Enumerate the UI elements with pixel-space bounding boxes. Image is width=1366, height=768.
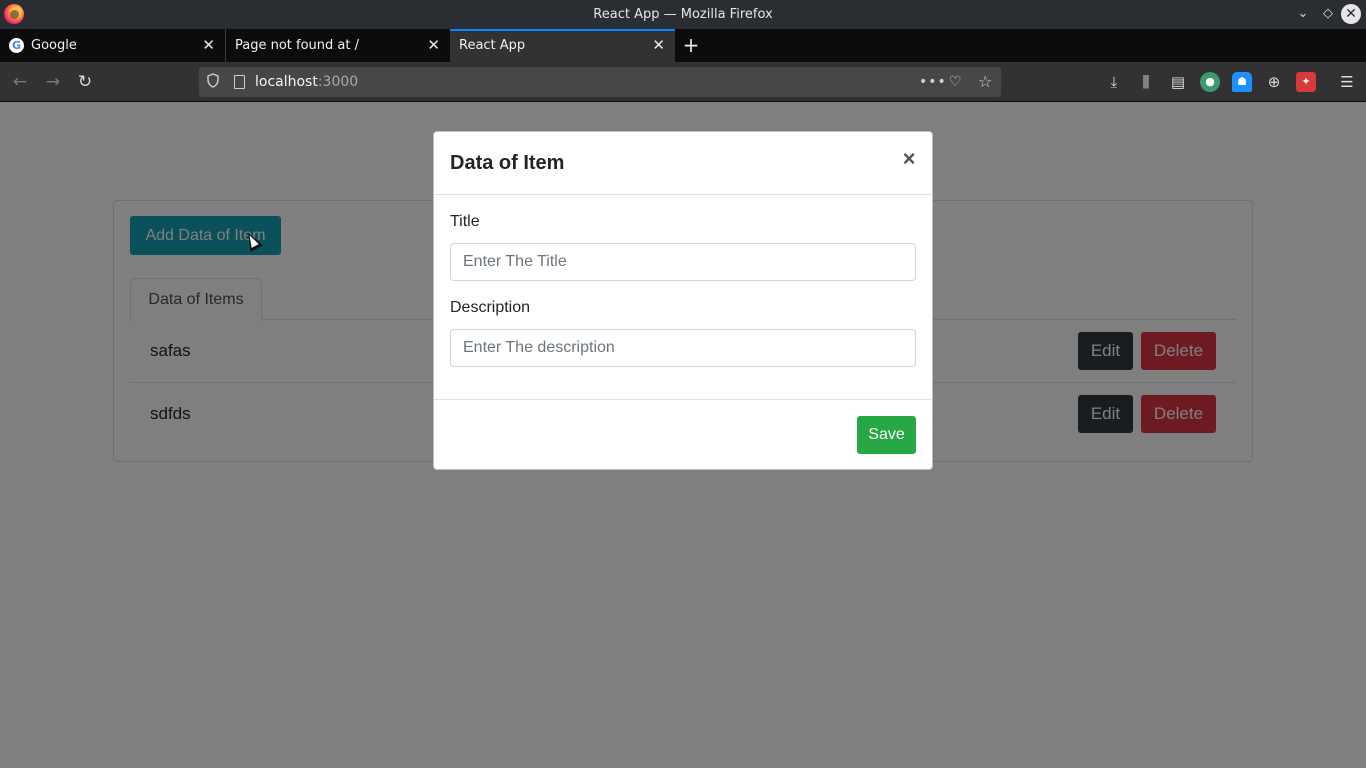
tab-strip: G Google ✕ Page not found at / ✕ React A… [0, 29, 1366, 62]
hamburger-menu-icon[interactable]: ☰ [1337, 72, 1357, 92]
extension-red-icon[interactable]: ✦ [1296, 72, 1316, 92]
downloads-icon[interactable]: ⤓ [1104, 72, 1124, 92]
page-info-icon[interactable] [234, 75, 245, 89]
modal-footer: Save [434, 399, 932, 469]
tab-label: Google [31, 38, 77, 53]
description-input[interactable] [450, 329, 916, 367]
tab-page-not-found[interactable]: Page not found at / ✕ [225, 29, 450, 62]
url-port: :3000 [317, 74, 359, 90]
forward-icon[interactable]: → [39, 68, 67, 96]
item-modal: Data of Item × Title Description Save [433, 131, 933, 470]
tab-label: Page not found at / [235, 38, 359, 53]
window-close-icon[interactable]: ✕ [1341, 4, 1361, 24]
window-titlebar: React App — Mozilla Firefox ⌄ ◇ ✕ [0, 0, 1366, 29]
extension-globe-icon[interactable]: ⊕ [1264, 72, 1284, 92]
new-tab-icon[interactable]: + [680, 29, 702, 62]
sidebar-icon[interactable]: ▤ [1168, 72, 1188, 92]
google-favicon-icon: G [9, 38, 24, 53]
library-icon[interactable]: ⫼ [1136, 72, 1156, 92]
maximize-icon[interactable]: ◇ [1318, 4, 1338, 24]
close-icon[interactable]: × [898, 148, 920, 170]
pocket-icon[interactable]: ♡ [949, 67, 962, 97]
window-title: React App — Mozilla Firefox [593, 7, 773, 22]
title-label: Title [450, 213, 480, 230]
extension-account-icon[interactable]: ● [1200, 72, 1220, 92]
bookmark-star-icon[interactable]: ☆ [978, 67, 992, 97]
modal-header: Data of Item × [434, 132, 932, 195]
nav-toolbar: ← → ↻ localhost:3000 ••• ♡ ☆ ⤓ ⫼ ▤ ● ☗ ⊕… [0, 62, 1366, 102]
modal-title: Data of Item [450, 152, 565, 174]
reload-icon[interactable]: ↻ [71, 68, 99, 96]
tab-react-app[interactable]: React App ✕ [450, 29, 675, 62]
url-bar[interactable]: localhost:3000 ••• ♡ ☆ [199, 67, 1001, 97]
url-text[interactable]: localhost:3000 [255, 67, 358, 97]
tab-close-icon[interactable]: ✕ [427, 29, 440, 62]
title-input[interactable] [450, 243, 916, 281]
minimize-icon[interactable]: ⌄ [1293, 4, 1313, 24]
tab-google[interactable]: G Google ✕ [0, 29, 225, 62]
back-icon[interactable]: ← [6, 68, 34, 96]
tracking-shield-icon[interactable] [207, 73, 219, 89]
description-label: Description [450, 299, 531, 316]
tab-close-icon[interactable]: ✕ [202, 29, 215, 62]
tab-close-icon[interactable]: ✕ [652, 29, 665, 62]
page-actions-icon[interactable]: ••• [919, 67, 947, 97]
page-viewport: Add Data of Item Data of Items safas Edi… [0, 103, 1366, 768]
save-button[interactable]: Save [857, 416, 916, 454]
url-host: localhost [255, 74, 318, 90]
extension-ghost-icon[interactable]: ☗ [1232, 72, 1252, 92]
tab-label: React App [459, 38, 526, 53]
